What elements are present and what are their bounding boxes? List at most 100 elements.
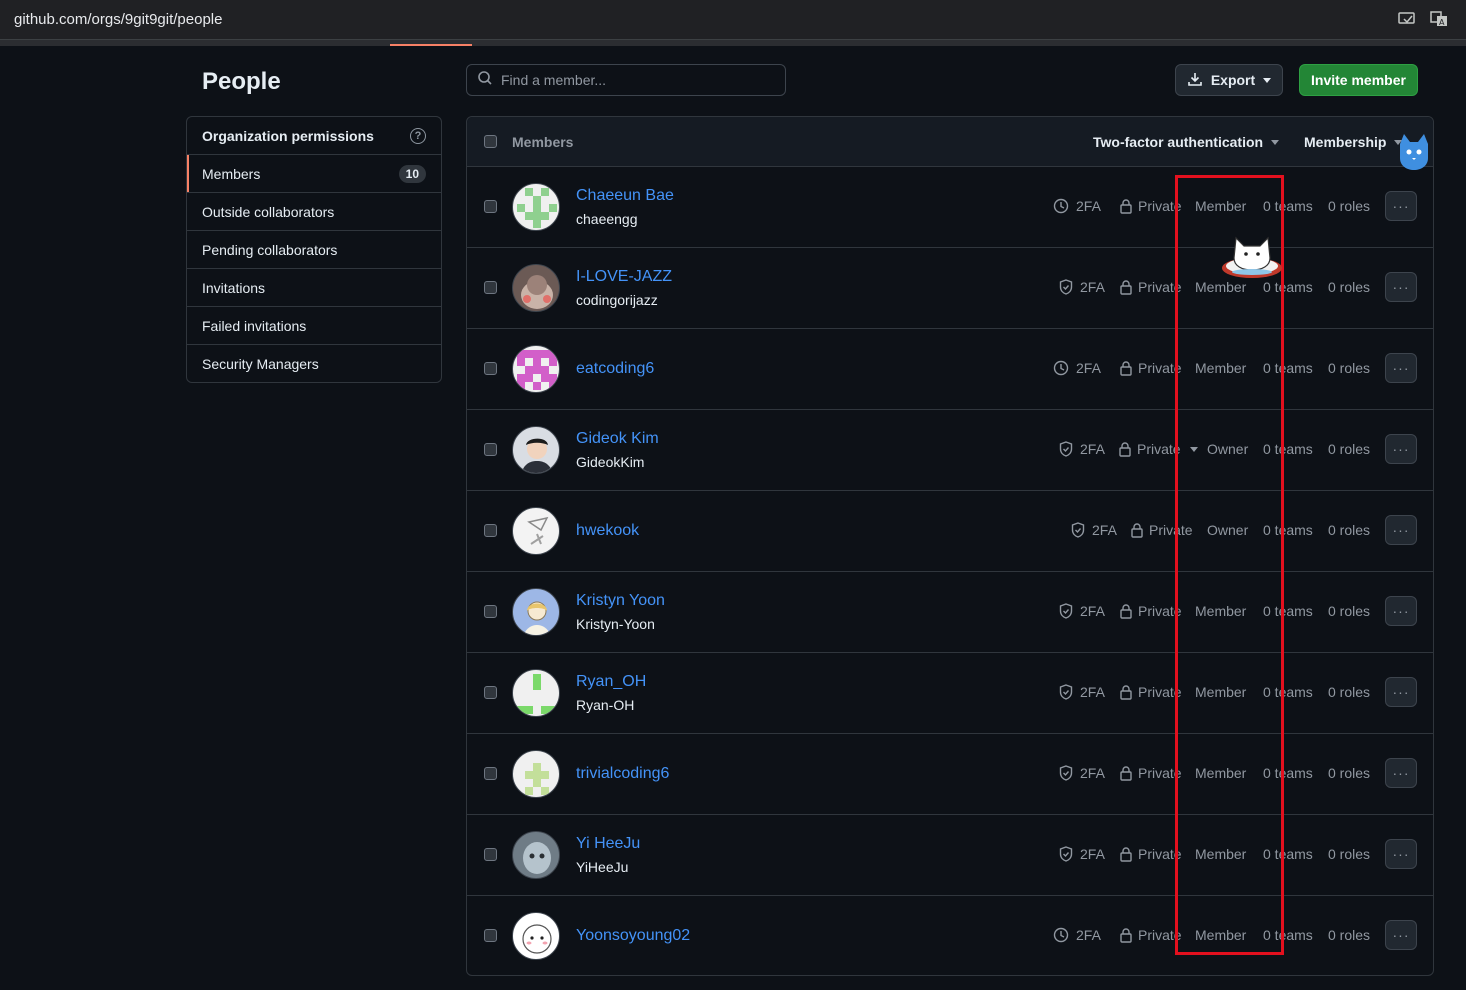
two-factor-status: 2FA bbox=[1059, 441, 1105, 457]
two-factor-status: 2FA bbox=[1059, 684, 1105, 700]
table-row: Ryan_OH Ryan-OH 2FA Private Member 0 tea… bbox=[467, 653, 1433, 734]
download-icon bbox=[1187, 71, 1203, 90]
row-checkbox[interactable] bbox=[484, 686, 497, 699]
avatar[interactable] bbox=[512, 831, 560, 879]
table-row: hwekook 2FA Private Owner 0 teams 0 role… bbox=[467, 491, 1433, 572]
avatar[interactable] bbox=[512, 345, 560, 393]
sidebar-item-members[interactable]: Members 10 bbox=[187, 155, 441, 193]
avatar[interactable] bbox=[512, 507, 560, 555]
member-name-link[interactable]: Yoonsoyoung02 bbox=[576, 927, 690, 945]
row-checkbox[interactable] bbox=[484, 200, 497, 213]
clock-icon bbox=[1053, 360, 1069, 376]
row-checkbox[interactable] bbox=[484, 362, 497, 375]
kebab-menu-button[interactable]: ··· bbox=[1385, 677, 1417, 707]
table-row: Yi HeeJu YiHeeJu 2FA Private Member 0 te… bbox=[467, 815, 1433, 896]
member-search[interactable] bbox=[466, 64, 786, 96]
member-name-link[interactable]: Ryan_OH bbox=[576, 673, 646, 691]
sidebar-nav: Organization permissions ? Members 10 Ou… bbox=[186, 116, 442, 383]
kebab-menu-button[interactable]: ··· bbox=[1385, 434, 1417, 464]
avatar[interactable] bbox=[512, 183, 560, 231]
sidebar-item-pending-collaborators[interactable]: Pending collaborators bbox=[187, 231, 441, 269]
roles-count[interactable]: 0 roles bbox=[1328, 441, 1370, 457]
question-icon[interactable]: ? bbox=[410, 127, 426, 144]
roles-count[interactable]: 0 roles bbox=[1328, 846, 1370, 862]
two-factor-filter-label: Two-factor authentication bbox=[1093, 134, 1264, 150]
kebab-menu-button[interactable]: ··· bbox=[1385, 596, 1417, 626]
two-factor-label: 2FA bbox=[1080, 684, 1105, 700]
invite-member-button[interactable]: Invite member bbox=[1299, 64, 1418, 96]
sidebar-item-security-managers[interactable]: Security Managers bbox=[187, 345, 441, 382]
avatar[interactable] bbox=[512, 750, 560, 798]
row-checkbox[interactable] bbox=[484, 929, 497, 942]
select-all-checkbox[interactable] bbox=[484, 135, 497, 148]
roles-count[interactable]: 0 roles bbox=[1328, 927, 1370, 943]
member-name-link[interactable]: Gideok Kim bbox=[576, 430, 659, 448]
sidebar-item-invitations[interactable]: Invitations bbox=[187, 269, 441, 307]
two-factor-label: 2FA bbox=[1076, 360, 1101, 376]
roles-count[interactable]: 0 roles bbox=[1328, 684, 1370, 700]
member-name-link[interactable]: Chaeeun Bae bbox=[576, 187, 674, 205]
two-factor-status: 2FA bbox=[1059, 279, 1105, 295]
row-checkbox[interactable] bbox=[484, 281, 497, 294]
member-name-link[interactable]: hwekook bbox=[576, 522, 639, 540]
two-factor-status: 2FA bbox=[1053, 360, 1101, 376]
sidebar-item-outside-collaborators[interactable]: Outside collaborators bbox=[187, 193, 441, 231]
kebab-menu-button[interactable]: ··· bbox=[1385, 191, 1417, 221]
translate-icon[interactable]: A bbox=[1430, 10, 1448, 28]
lock-icon bbox=[1120, 847, 1132, 862]
two-factor-status: 2FA bbox=[1071, 522, 1117, 538]
browser-address-bar[interactable]: github.com/orgs/9git9git/people A bbox=[0, 0, 1466, 40]
row-checkbox[interactable] bbox=[484, 605, 497, 618]
member-name-link[interactable]: Yi HeeJu bbox=[576, 835, 640, 853]
url-text[interactable]: github.com/orgs/9git9git/people bbox=[14, 11, 222, 28]
avatar[interactable] bbox=[512, 426, 560, 474]
clock-icon bbox=[1053, 927, 1069, 943]
two-factor-label: 2FA bbox=[1092, 522, 1117, 538]
roles-count[interactable]: 0 roles bbox=[1328, 360, 1370, 376]
row-checkbox[interactable] bbox=[484, 443, 497, 456]
kebab-menu-button[interactable]: ··· bbox=[1385, 272, 1417, 302]
two-factor-label: 2FA bbox=[1076, 198, 1101, 214]
kebab-menu-button[interactable]: ··· bbox=[1385, 515, 1417, 545]
member-name-link[interactable]: eatcoding6 bbox=[576, 360, 654, 378]
table-row: eatcoding6 2FA Private Member 0 teams 0 … bbox=[467, 329, 1433, 410]
visibility-status: Private bbox=[1119, 765, 1182, 781]
table-row: Yoonsoyoung02 2FA Private Member 0 teams… bbox=[467, 896, 1433, 976]
avatar[interactable] bbox=[512, 588, 560, 636]
roles-count[interactable]: 0 roles bbox=[1328, 279, 1370, 295]
page-strip bbox=[0, 40, 1466, 46]
shield-check-icon bbox=[1059, 279, 1073, 295]
two-factor-filter[interactable]: Two-factor authentication bbox=[1093, 134, 1280, 150]
member-name-link[interactable]: I-LOVE-JAZZ bbox=[576, 268, 672, 286]
kebab-menu-button[interactable]: ··· bbox=[1385, 839, 1417, 869]
shield-check-icon bbox=[1059, 846, 1073, 862]
sidebar-item-label: Pending collaborators bbox=[202, 241, 338, 258]
table-row: I-LOVE-JAZZ codingorijazz 2FA Private Me… bbox=[467, 248, 1433, 329]
sidebar-item-failed-invitations[interactable]: Failed invitations bbox=[187, 307, 441, 345]
member-login: chaeengg bbox=[576, 211, 638, 227]
export-button[interactable]: Export bbox=[1175, 64, 1283, 96]
avatar[interactable] bbox=[512, 669, 560, 717]
roles-count[interactable]: 0 roles bbox=[1328, 765, 1370, 781]
kebab-menu-button[interactable]: ··· bbox=[1385, 920, 1417, 950]
two-factor-label: 2FA bbox=[1080, 603, 1105, 619]
avatar[interactable] bbox=[512, 264, 560, 312]
roles-count[interactable]: 0 roles bbox=[1328, 603, 1370, 619]
kebab-menu-button[interactable]: ··· bbox=[1385, 353, 1417, 383]
search-input[interactable] bbox=[501, 72, 771, 88]
member-name-link[interactable]: Kristyn Yoon bbox=[576, 592, 665, 610]
roles-count[interactable]: 0 roles bbox=[1328, 198, 1370, 214]
row-checkbox[interactable] bbox=[484, 848, 497, 861]
roles-count[interactable]: 0 roles bbox=[1328, 522, 1370, 538]
cast-icon[interactable] bbox=[1398, 10, 1416, 28]
kebab-menu-button[interactable]: ··· bbox=[1385, 758, 1417, 788]
avatar[interactable] bbox=[512, 912, 560, 960]
row-checkbox[interactable] bbox=[484, 524, 497, 537]
lock-icon bbox=[1131, 523, 1143, 538]
row-checkbox[interactable] bbox=[484, 767, 497, 780]
membership-filter[interactable]: Membership bbox=[1304, 134, 1403, 150]
table-row: Gideok Kim GideokKim 2FA Private Owner 0… bbox=[467, 410, 1433, 491]
search-icon bbox=[477, 70, 493, 91]
page-title: People bbox=[202, 68, 281, 95]
member-name-link[interactable]: trivialcoding6 bbox=[576, 765, 669, 783]
